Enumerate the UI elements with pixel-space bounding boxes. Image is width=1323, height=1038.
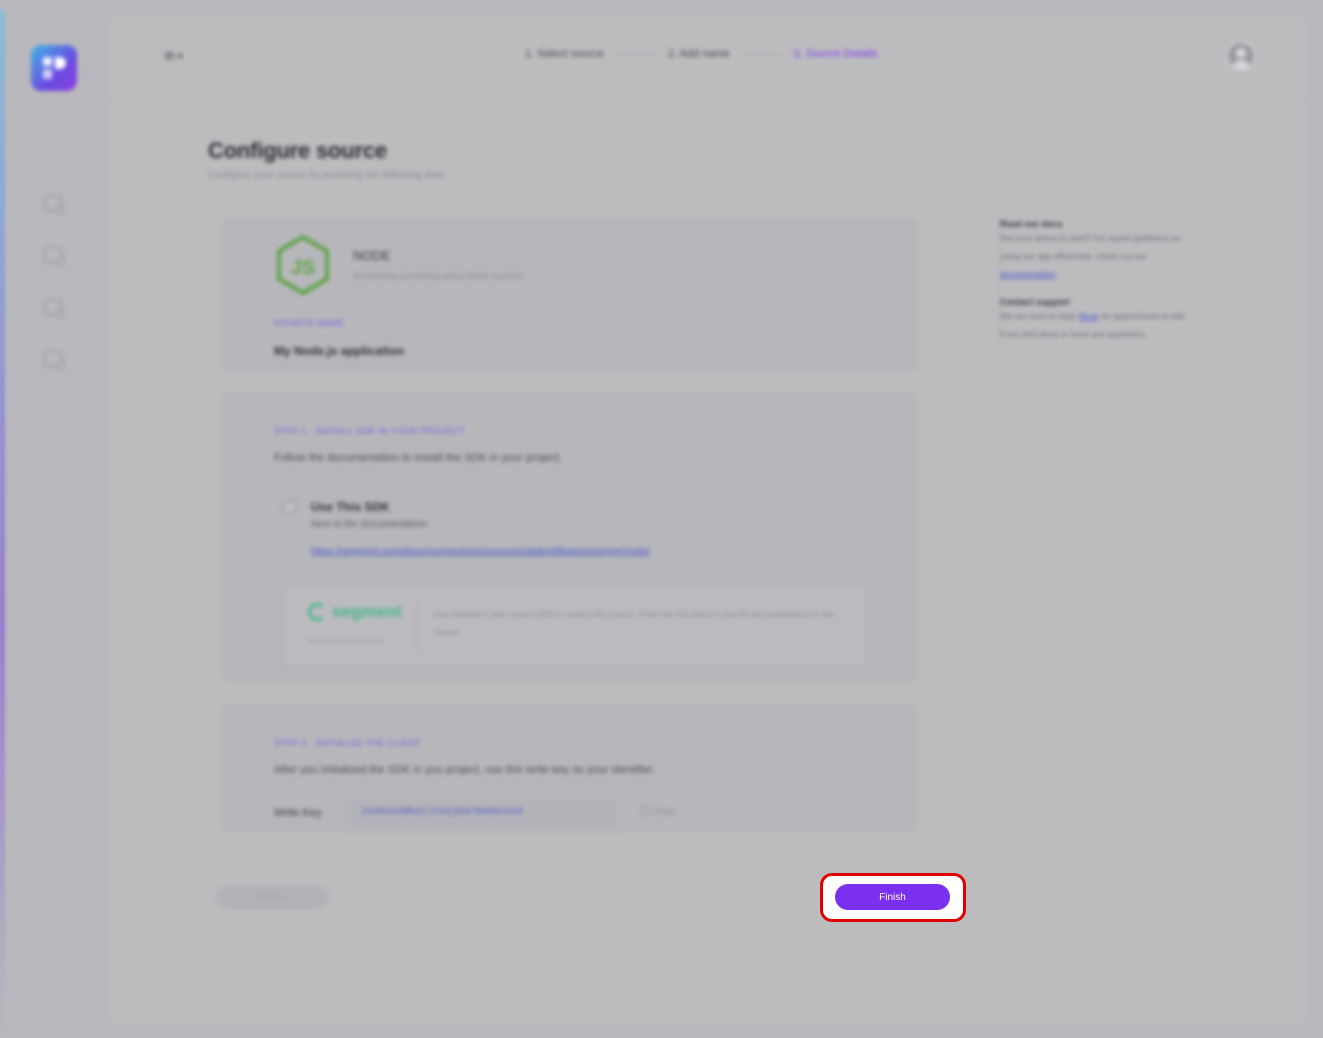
copy-icon [641,806,650,816]
segment-tag: Active Selected Instance [308,638,385,645]
sidebar-settings-icon[interactable] [44,351,65,370]
step2-card: STEP 2 - INITIALIZE THE CLIENT After you… [222,704,917,832]
sdk-title: Use This SDK [311,500,390,514]
documentation-link[interactable]: documentation [1000,269,1056,279]
segment-sdk-box: segment Active Selected Instance Use Seg… [283,585,867,667]
copy-button[interactable]: Copy [641,806,675,816]
step1-instruction: Follow the documentation to install the … [274,452,562,464]
sdk-subtitle: here is the documentation: [311,519,429,530]
step-select-source[interactable]: 1. Select source [525,48,604,60]
finish-button[interactable]: Finish [835,884,950,910]
book-link[interactable]: Book [1079,311,1098,321]
support-text-body: We are here to help! [1000,311,1077,321]
app-logo-icon [43,57,66,79]
source-card: JS NODE Something something about Node s… [222,219,917,371]
screen: th ▾ 1. Select source 2. Add name 3. Sou… [0,0,1323,1038]
copy-label: Copy [654,806,676,816]
page-subtitle: Configure your source by providing the f… [208,170,447,181]
blurred-background: th ▾ 1. Select source 2. Add name 3. Sou… [0,0,1323,1038]
use-sdk-checkbox[interactable] [283,500,297,514]
nodejs-icon: JS [277,234,329,296]
source-type-description: Something something about Node sources [353,271,524,281]
language-selector[interactable]: th ▾ [165,49,183,63]
window-accent-edge [0,10,4,1038]
support-text: We are here to help! Book an appointment… [1000,307,1189,343]
write-key-value: 2eUheG4BhdjlChajEmrM4d8xXe5 [361,807,524,818]
language-label: th [165,49,176,63]
write-key-field[interactable]: 2eUheG4BhdjlChajEmrM4d8xXe5 [347,797,619,829]
step-source-details[interactable]: 3. Source Details [794,48,878,60]
svg-text:JS: JS [291,257,315,279]
main-panel: th ▾ 1. Select source 2. Add name 3. Sou… [109,14,1307,1024]
sidebar-sources-icon[interactable] [44,195,65,214]
page-title: Configure source [208,138,387,163]
segment-wordmark: segment [332,602,402,621]
step-separator [743,53,780,55]
previous-button[interactable]: Previous [216,885,329,909]
stepper: 1. Select source 2. Add name 3. Source D… [525,48,877,60]
app-logo[interactable] [31,45,77,91]
top-bar: th ▾ 1. Select source 2. Add name 3. Sou… [109,14,1307,98]
step-add-name[interactable]: 2. Add name [668,48,730,60]
sidebar-destinations-icon[interactable] [44,247,65,266]
segment-icon [308,603,326,621]
segment-logo: segment [308,602,402,622]
sidebar-folder-icon[interactable] [44,299,65,318]
step1-card: STEP 1 - INSTALL SDK IN YOUR PROJECT Fol… [222,392,917,682]
step1-title: STEP 1 - INSTALL SDK IN YOUR PROJECT [274,426,465,436]
source-name-label: SOURCE NAME [274,318,345,328]
divider [416,600,417,654]
help-panel: Read our docs Not sure where to start? F… [999,219,1189,343]
avatar[interactable] [1226,41,1256,71]
step2-instruction: After you initialized the SDK in you pro… [274,764,656,776]
docs-text: Not sure where to start? For expert guid… [1000,233,1181,279]
previous-label: Previous [254,892,290,902]
source-name-value: My Node.js application [274,344,405,358]
sdk-documentation-link[interactable]: https://segment.com/docs/connections/sou… [311,546,650,557]
segment-description: Use Segment's open source SDK to connect… [434,610,834,637]
write-key-label: Write Key [274,807,322,819]
support-heading: Contact support [1000,297,1070,307]
docs-heading: Read our docs [1000,219,1063,229]
step-separator [617,53,654,55]
docs-text-body: Not sure where to start? For expert guid… [1000,233,1181,261]
source-type-name: NODE [353,248,391,263]
step2-title: STEP 2 - INITIALIZE THE CLIENT [274,738,422,748]
chevron-down-icon: ▾ [178,50,183,61]
